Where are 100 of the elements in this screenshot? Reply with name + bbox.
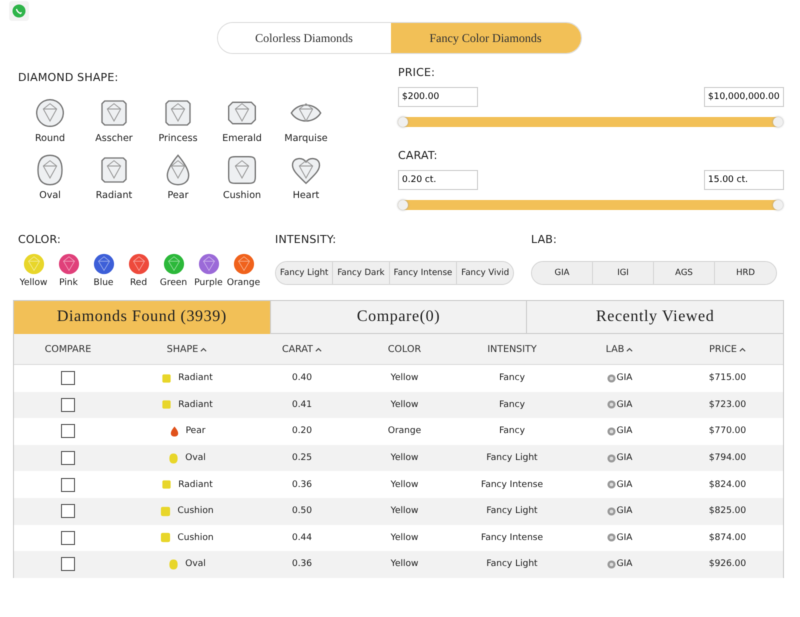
seal-icon [606,560,616,569]
color-label: Yellow [20,278,48,288]
max-input-field[interactable]: $10,000,000.00 [704,87,784,107]
column-header: INTENSITY [486,344,538,354]
chat-icon[interactable] [9,1,29,21]
min-input-field[interactable]: $200.00 [398,87,478,107]
table-cell: 0.36 [292,559,312,570]
table-cell: GIA [616,453,632,464]
compare-checkbox[interactable] [61,451,75,466]
table-cell: 0.41 [292,400,312,410]
table-cell: 0.25 [292,453,312,464]
lab-option[interactable]: GIA [532,262,593,284]
results-tab[interactable]: Recently Viewed [526,301,784,334]
column-header: COLOR [386,344,422,354]
seal-icon [606,426,616,436]
diamond-icon[interactable] [226,154,258,186]
table-cell: Cushion [177,506,214,516]
shape-label: Round [34,133,66,144]
shape-label: Emerald [222,133,262,144]
table-cell: GIA [616,532,632,543]
seal-icon [606,454,616,463]
compare-checkbox[interactable] [61,530,75,545]
section-title: INTENSITY: [275,233,336,246]
compare-checkbox[interactable] [61,424,75,438]
table-cell: Radiant [178,400,213,410]
color-label: Purple [194,278,223,288]
table-cell: $874.00 [708,532,746,543]
column-header[interactable]: CARAT [252,344,352,354]
table-cell: $723.00 [708,400,746,410]
table-cell: GIA [616,559,632,570]
table-cell: Yellow [390,559,418,570]
table-cell: $715.00 [708,373,746,384]
compare-checkbox[interactable] [61,478,75,492]
seal-icon [606,374,616,383]
min-input-field[interactable]: 0.20 ct. [398,170,478,190]
table-cell: GIA [616,400,632,410]
table-cell: Radiant [178,480,213,490]
table-cell: GIA [616,373,632,384]
table-cell: Cushion [177,532,214,543]
color-label: Blue [94,278,114,288]
seal-icon [606,533,616,542]
table-cell: $825.00 [708,506,746,516]
section-title: DIAMOND SHAPE: [18,71,118,84]
table-cell: GIA [616,506,632,516]
section-title: PRICE: [398,66,436,79]
table-cell: 0.20 [292,426,312,436]
table-cell: Fancy Light [486,559,538,570]
table-cell: Fancy Intense [480,532,544,543]
slider-handle[interactable] [773,200,783,210]
table-cell: 0.40 [292,373,312,384]
table-cell: Yellow [390,480,418,490]
table-cell: Yellow [390,532,418,543]
table-cell: 0.44 [292,532,312,543]
toggle-tab[interactable]: Fancy Color Diamonds [390,23,580,53]
table-cell: Yellow [390,453,418,464]
table-cell: Fancy [499,400,525,410]
compare-checkbox[interactable] [61,557,75,572]
table-cell: Orange [388,426,422,436]
color-label: Orange [226,278,260,288]
table-cell: Fancy [499,373,525,384]
column-header[interactable]: LAB [567,344,672,354]
slider-handle[interactable] [398,117,408,127]
compare-checkbox[interactable] [61,504,75,518]
intensity-option[interactable]: Fancy Light [276,262,334,284]
section-title: LAB: [531,233,557,246]
shape-label: Oval [39,190,61,201]
section-title: COLOR: [18,233,61,246]
table-cell: Pear [186,426,206,436]
table-cell: Oval [185,559,206,570]
column-header[interactable]: SHAPE [122,344,252,354]
table-cell: Fancy Intense [480,480,544,490]
table-cell: 0.36 [292,480,312,490]
max-input-field[interactable]: 15.00 ct. [704,170,784,190]
table-cell: Fancy Light [486,506,538,516]
table-cell: $926.00 [708,559,746,570]
shape-label: Radiant [96,190,132,201]
table-cell: GIA [616,426,632,436]
seal-icon [606,400,616,410]
results-tab[interactable]: Compare(0) [270,301,526,334]
table-cell: Radiant [178,373,213,384]
table-cell: Fancy [499,426,525,436]
shape-label: Heart [292,190,320,201]
color-label: Pink [59,278,78,288]
column-header: COMPARE [44,344,92,354]
section-title: CARAT: [398,149,438,162]
compare-checkbox[interactable] [61,398,75,412]
shape-label: Marquise [284,133,328,144]
color-label: Green [160,278,188,288]
shape-label: Princess [158,133,198,144]
shape-label: Cushion [222,190,262,201]
compare-checkbox[interactable] [61,371,75,386]
results-tab[interactable]: Diamonds Found (3939) [14,301,270,334]
table-cell: $794.00 [708,453,746,464]
table-cell: Yellow [390,400,418,410]
slider-handle[interactable] [773,117,783,127]
slider-handle[interactable] [398,200,408,210]
table-cell: GIA [616,480,632,490]
table-cell: Oval [185,453,206,464]
column-header[interactable]: PRICE [672,344,783,354]
seal-icon [606,480,616,490]
